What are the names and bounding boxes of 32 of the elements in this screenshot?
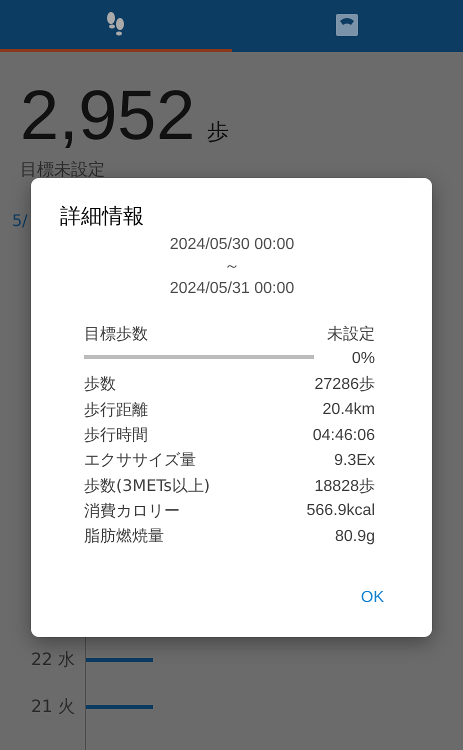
row-value: 9.3Ex xyxy=(334,452,375,470)
row-label: 消費カロリー xyxy=(84,500,180,522)
row-value: 20.4km xyxy=(322,401,375,420)
ok-button[interactable]: OK xyxy=(352,583,392,613)
row-label: 歩行時間 xyxy=(84,425,148,446)
row-label: 歩数(3METs以上) xyxy=(84,476,210,497)
scale-icon xyxy=(336,14,358,36)
row-value: 18828歩 xyxy=(314,476,375,497)
row-value: 80.9g xyxy=(334,528,375,546)
row-label: 脂肪燃焼量 xyxy=(84,526,164,548)
row-label: エクササイズ量 xyxy=(84,450,196,472)
day-label: 21 火 xyxy=(30,696,76,719)
row-label: 歩行距離 xyxy=(84,400,148,421)
start-date: 2024/05/30 00:00 xyxy=(168,235,296,255)
row-value: 未設定 xyxy=(327,324,375,346)
dialog-title: 詳細情報 xyxy=(60,203,145,230)
row-label: 歩数 xyxy=(84,374,116,396)
end-date: 2024/05/31 00:00 xyxy=(168,279,296,299)
step-count: 2,952 xyxy=(20,80,196,150)
row-value: 566.9kcal xyxy=(306,502,375,520)
progress-percent: 0% xyxy=(352,350,375,368)
day-label: 22 水 xyxy=(30,649,76,672)
step-unit: 歩 xyxy=(207,119,230,147)
step-bar xyxy=(86,704,153,708)
step-bar xyxy=(86,658,153,662)
row-value: 04:46:06 xyxy=(312,426,375,445)
goal-status: 目標未設定 xyxy=(19,159,106,181)
month-label: 5/ xyxy=(12,211,28,230)
footprints-icon xyxy=(104,12,127,38)
row-value: 27286歩 xyxy=(314,374,375,396)
row-label: 目標歩数 xyxy=(84,324,148,346)
range-separator: ～ xyxy=(223,257,241,277)
